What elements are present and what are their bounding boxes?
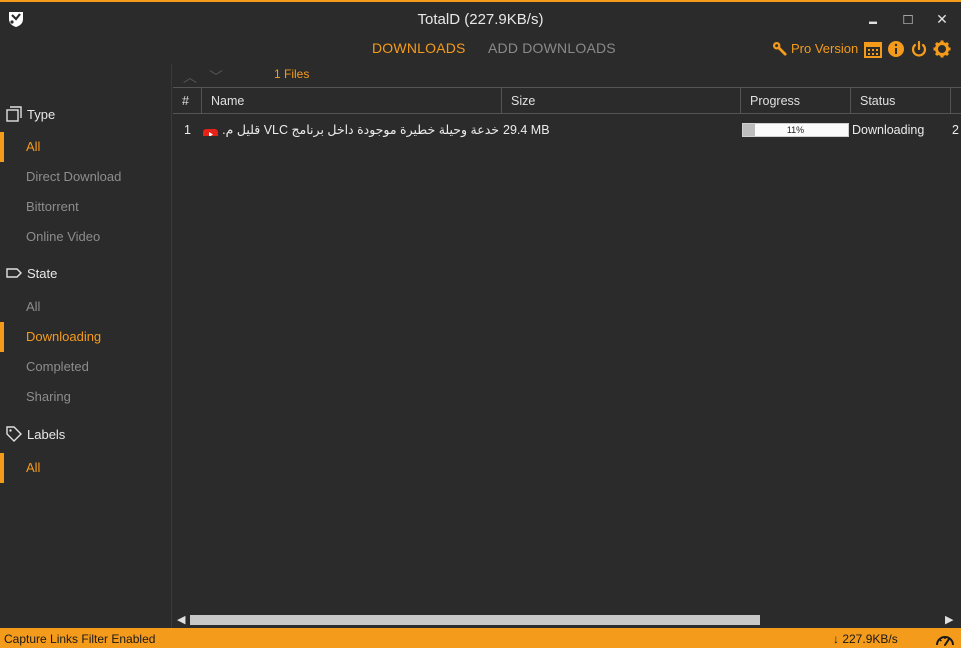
sidebar-item-sharing[interactable]: Sharing: [0, 382, 172, 412]
sidebar-item-state-all[interactable]: All: [0, 292, 172, 322]
tag-icon: [6, 268, 22, 278]
sidebar-heading-labels: Labels: [6, 425, 65, 445]
gear-icon[interactable]: [933, 40, 951, 58]
pro-version-label: Pro Version: [791, 41, 859, 56]
status-bar: Capture Links Filter Enabled ↓ 227.9KB/s: [0, 628, 961, 648]
sidebar-item-bittorrent[interactable]: Bittorrent: [0, 192, 172, 222]
move-down-icon[interactable]: ﹀: [209, 67, 223, 87]
window-title: TotalD (227.9KB/s): [417, 11, 544, 28]
close-button[interactable]: ✕: [930, 8, 954, 30]
column-header-name[interactable]: Name: [202, 88, 502, 114]
label-icon: [6, 426, 22, 442]
scroll-left-icon[interactable]: ◀: [177, 613, 185, 626]
column-header-extra[interactable]: [951, 88, 961, 114]
downloads-panel: ︿ ﹀ 1 Files # Name Size Progress Status …: [173, 64, 961, 628]
row-extra: 2: [952, 123, 959, 137]
tab-downloads[interactable]: DOWNLOADS: [372, 40, 466, 56]
column-header-status[interactable]: Status: [851, 88, 951, 114]
tab-add-downloads[interactable]: ADD DOWNLOADS: [488, 40, 616, 56]
wrench-icon: [772, 41, 787, 56]
column-header-progress[interactable]: Progress: [741, 88, 851, 114]
sidebar-item-type-all[interactable]: All: [0, 132, 172, 162]
row-name: خدعة وحيلة خطيرة موجودة داخل برنامج VLC …: [222, 123, 499, 137]
calendar-icon[interactable]: [864, 40, 882, 58]
minimize-button[interactable]: ▬: [861, 8, 885, 30]
row-index: 1: [184, 123, 191, 137]
files-count: 1 Files: [274, 67, 310, 81]
move-up-icon[interactable]: ︿: [183, 67, 197, 87]
pro-version-button[interactable]: Pro Version: [772, 39, 858, 59]
minimize-icon: ▬: [869, 17, 877, 26]
capture-filter-status[interactable]: Capture Links Filter Enabled: [4, 628, 155, 648]
sidebar-item-online-video[interactable]: Online Video: [0, 222, 172, 252]
scroll-right-icon[interactable]: ▶: [945, 613, 953, 626]
progress-label: 11%: [786, 125, 805, 135]
sidebar-item-direct-download[interactable]: Direct Download: [0, 162, 172, 192]
table-row[interactable]: 1 خدعة وحيلة خطيرة موجودة داخل برنامج VL…: [173, 118, 961, 142]
title-bar[interactable]: TotalD (227.9KB/s) ▬ □ ✕: [0, 2, 961, 36]
list-toolbar: ︿ ﹀ 1 Files: [173, 64, 961, 88]
sidebar: Type All Direct Download Bittorrent Onli…: [0, 64, 172, 628]
horizontal-scrollbar[interactable]: ◀ ▶: [173, 612, 961, 628]
speedometer-icon[interactable]: [935, 631, 955, 647]
scrollbar-thumb[interactable]: [190, 615, 760, 625]
column-header-size[interactable]: Size: [502, 88, 741, 114]
sidebar-item-completed[interactable]: Completed: [0, 352, 172, 382]
row-size: 29.4 MB: [503, 123, 550, 137]
maximize-icon: □: [903, 11, 913, 28]
sidebar-heading-type: Type: [6, 105, 55, 125]
close-icon: ✕: [936, 11, 948, 27]
sidebar-heading-state: State: [6, 264, 57, 284]
info-icon[interactable]: [887, 40, 905, 58]
top-navigation: DOWNLOADS ADD DOWNLOADS Pro Version: [0, 36, 961, 64]
sidebar-item-labels-all[interactable]: All: [0, 453, 172, 483]
column-header-index[interactable]: #: [173, 88, 202, 114]
sidebar-item-downloading[interactable]: Downloading: [0, 322, 172, 352]
type-icon: [6, 106, 22, 122]
row-status: Downloading: [852, 123, 925, 137]
maximize-button[interactable]: □: [896, 8, 920, 30]
power-icon[interactable]: [910, 40, 928, 58]
download-speed: ↓ 227.9KB/s: [833, 632, 898, 646]
row-progress-bar: 11%: [742, 123, 849, 137]
youtube-icon: [203, 124, 218, 136]
app-window: TotalD (227.9KB/s) ▬ □ ✕ DOWNLOADS ADD D…: [0, 0, 961, 648]
